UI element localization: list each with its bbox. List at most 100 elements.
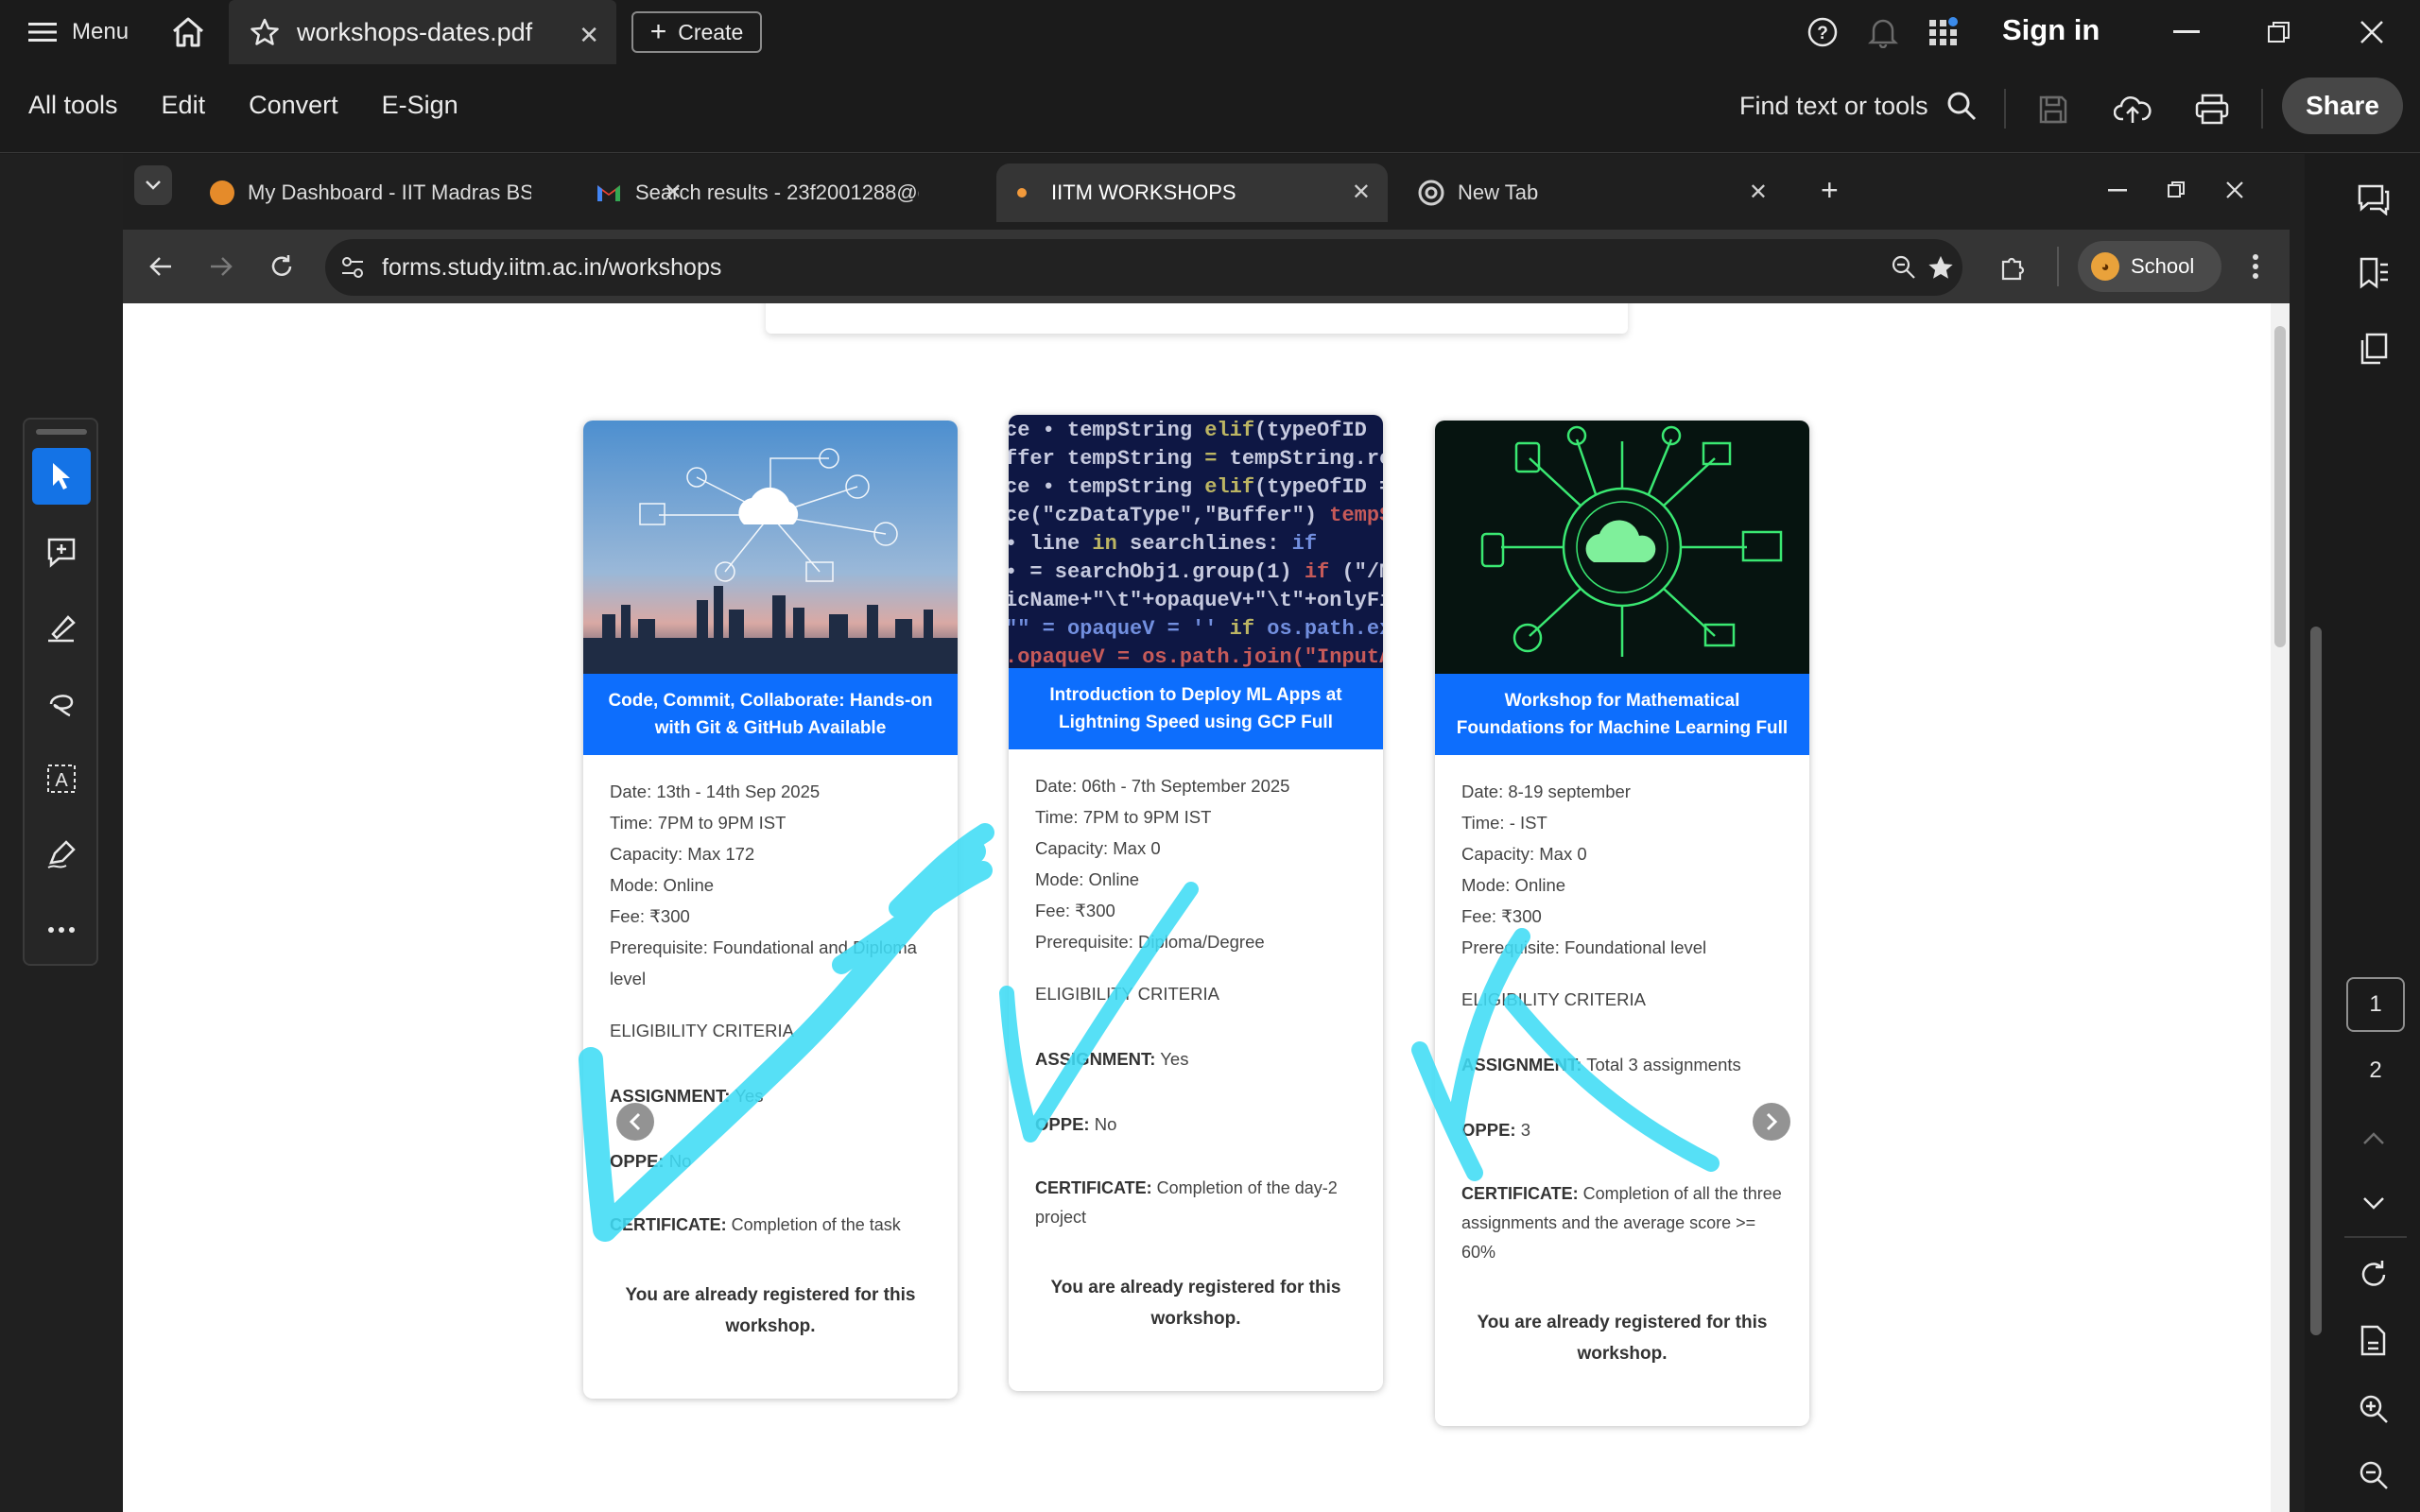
workshop-capacity: Capacity: Max 0	[1035, 838, 1161, 858]
restore-window-icon[interactable]	[2257, 13, 2301, 51]
minimize-window-icon[interactable]	[2099, 171, 2136, 209]
page-number-1[interactable]: 1	[2346, 977, 2405, 1032]
oppe-label: OPPE:	[610, 1151, 665, 1171]
notification-bell-icon[interactable]	[1864, 13, 1902, 51]
reload-icon[interactable]	[263, 248, 301, 285]
draw-tool[interactable]	[32, 675, 91, 731]
registration-status: You are already registered for this work…	[1050, 1278, 1341, 1329]
close-window-icon[interactable]	[2350, 13, 2394, 51]
page-down-chevron-icon[interactable]	[2350, 1179, 2397, 1227]
convert-menu[interactable]: Convert	[249, 91, 338, 120]
forward-arrow-icon[interactable]	[202, 248, 240, 285]
page-thumbnails-icon[interactable]	[2350, 325, 2397, 372]
freehand-draw-icon	[49, 695, 74, 717]
workshop-fee: Fee: ₹300	[610, 906, 690, 926]
home-icon	[173, 17, 203, 47]
workshop-mode: Mode: Online	[1035, 869, 1140, 889]
back-arrow-icon[interactable]	[142, 248, 180, 285]
scrollbar-thumb[interactable]	[2274, 326, 2286, 647]
oppe-value: 3	[1520, 1120, 1531, 1140]
carousel-prev-button[interactable]	[616, 1103, 654, 1141]
all-tools-menu[interactable]: All tools	[28, 91, 118, 120]
oppe-value: No	[1094, 1114, 1117, 1134]
document-scrollbar[interactable]	[2305, 154, 2327, 1512]
sign-in-button[interactable]: Sign in	[2002, 13, 2100, 47]
workshop-title: Introduction to Deploy ML Apps at Lightn…	[1009, 668, 1383, 749]
browser-tab-iitm-workshops[interactable]: IITM WORKSHOPS ✕	[996, 163, 1388, 222]
document-tab[interactable]: workshops-dates.pdf ✕	[229, 0, 616, 64]
site-icon	[1017, 188, 1027, 198]
rotate-icon[interactable]	[2350, 1251, 2397, 1298]
comments-icon[interactable]	[2350, 176, 2397, 223]
cloud-upload-icon[interactable]	[2112, 89, 2153, 130]
share-button[interactable]: Share	[2282, 77, 2403, 134]
sign-tool[interactable]	[32, 826, 91, 883]
site-info-icon	[342, 257, 363, 278]
bookmark-star-icon[interactable]	[1927, 253, 1955, 282]
more-vertical-icon[interactable]	[2237, 248, 2274, 285]
zoom-out-icon[interactable]	[1891, 254, 1917, 281]
code-screen-image: ce • tempString elif(typeOfID ffer tempS…	[1009, 415, 1383, 668]
workshop-card-git: Code, Commit, Collaborate: Hands-on with…	[583, 421, 958, 1399]
pdf-page: My Dashboard - IIT Madras BS D ✕ Search …	[123, 154, 2290, 1512]
tab-title: Search results - 23f2001288@ds	[635, 180, 919, 204]
profile-button[interactable]: ◕ School	[2078, 241, 2221, 292]
header-panel	[766, 303, 1628, 334]
tab-search-button[interactable]	[134, 165, 172, 205]
more-tools-button[interactable]	[32, 902, 91, 958]
certificate-label: CERTIFICATE:	[1035, 1178, 1152, 1197]
search-icon	[1947, 92, 1976, 121]
home-button[interactable]	[168, 13, 208, 51]
highlight-tool[interactable]	[32, 599, 91, 656]
acrobat-toolbar: All tools Edit Convert E-Sign Find text …	[0, 64, 2420, 153]
svg-text:A: A	[55, 770, 68, 791]
close-window-icon[interactable]	[2216, 171, 2254, 209]
eligibility-heading: ELIGIBILITY CRITERIA	[610, 1021, 794, 1040]
esign-menu[interactable]: E-Sign	[382, 91, 458, 120]
gmail-icon	[597, 185, 620, 201]
chevron-left-icon	[629, 1112, 641, 1131]
assignment-value: Yes	[735, 1086, 764, 1106]
help-icon[interactable]: ?	[1804, 13, 1841, 51]
save-icon[interactable]	[2032, 89, 2074, 130]
print-icon[interactable]	[2191, 89, 2233, 130]
assignment-label: ASSIGNMENT:	[610, 1086, 731, 1106]
zoom-in-icon[interactable]	[2350, 1385, 2397, 1433]
edit-menu[interactable]: Edit	[162, 91, 206, 120]
page-number-2[interactable]: 2	[2346, 1043, 2405, 1098]
browser-tab-new-tab[interactable]: New Tab ✕	[1397, 163, 1785, 222]
drag-handle[interactable]	[36, 429, 87, 435]
new-tab-plus-icon[interactable]: +	[1821, 173, 1839, 208]
text-box-tool[interactable]: A	[32, 750, 91, 807]
zoom-out-icon[interactable]	[2350, 1452, 2397, 1499]
certificate-label: CERTIFICATE:	[610, 1215, 727, 1234]
chevron-right-icon	[1766, 1112, 1778, 1131]
extract-pages-icon[interactable]	[2350, 1317, 2397, 1365]
carousel-next-button[interactable]	[1753, 1103, 1790, 1141]
extensions-puzzle-icon[interactable]	[1995, 248, 2032, 285]
more-horizontal-icon	[48, 927, 75, 933]
browser-scrollbar[interactable]	[2271, 303, 2290, 1512]
close-tab-icon[interactable]: ✕	[1352, 179, 1371, 206]
assignment-info: ASSIGNMENT: Total 3 assignments	[1461, 1049, 1783, 1080]
add-comment-tool[interactable]	[32, 524, 91, 580]
address-bar[interactable]: forms.study.iitm.ac.in/workshops	[325, 239, 1962, 296]
highlighter-icon	[48, 615, 76, 643]
apps-grid-icon[interactable]	[1925, 13, 1962, 51]
certificate-info: CERTIFICATE: Completion of the task	[610, 1211, 931, 1240]
find-text-or-tools[interactable]: Find text or tools	[1739, 90, 1978, 122]
restore-window-icon[interactable]	[2157, 171, 2195, 209]
menu-button[interactable]: Menu	[28, 13, 129, 51]
rail-divider	[2344, 1236, 2407, 1238]
pdf-viewport[interactable]: My Dashboard - IIT Madras BS D ✕ Search …	[0, 154, 2305, 1512]
scrollbar-thumb[interactable]	[2310, 627, 2322, 1335]
select-tool[interactable]	[32, 448, 91, 505]
workshop-date: Date: 13th - 14th Sep 2025	[610, 782, 821, 801]
minimize-window-icon[interactable]	[2165, 13, 2208, 51]
workshop-prerequisite: Prerequisite: Foundational level	[1461, 937, 1707, 957]
create-button[interactable]: + Create	[631, 11, 762, 53]
close-tab-icon[interactable]: ✕	[579, 21, 599, 50]
page-up-chevron-icon[interactable]	[2350, 1115, 2397, 1162]
bookmarks-icon[interactable]	[2350, 249, 2397, 297]
close-tab-icon[interactable]: ✕	[1749, 179, 1768, 206]
